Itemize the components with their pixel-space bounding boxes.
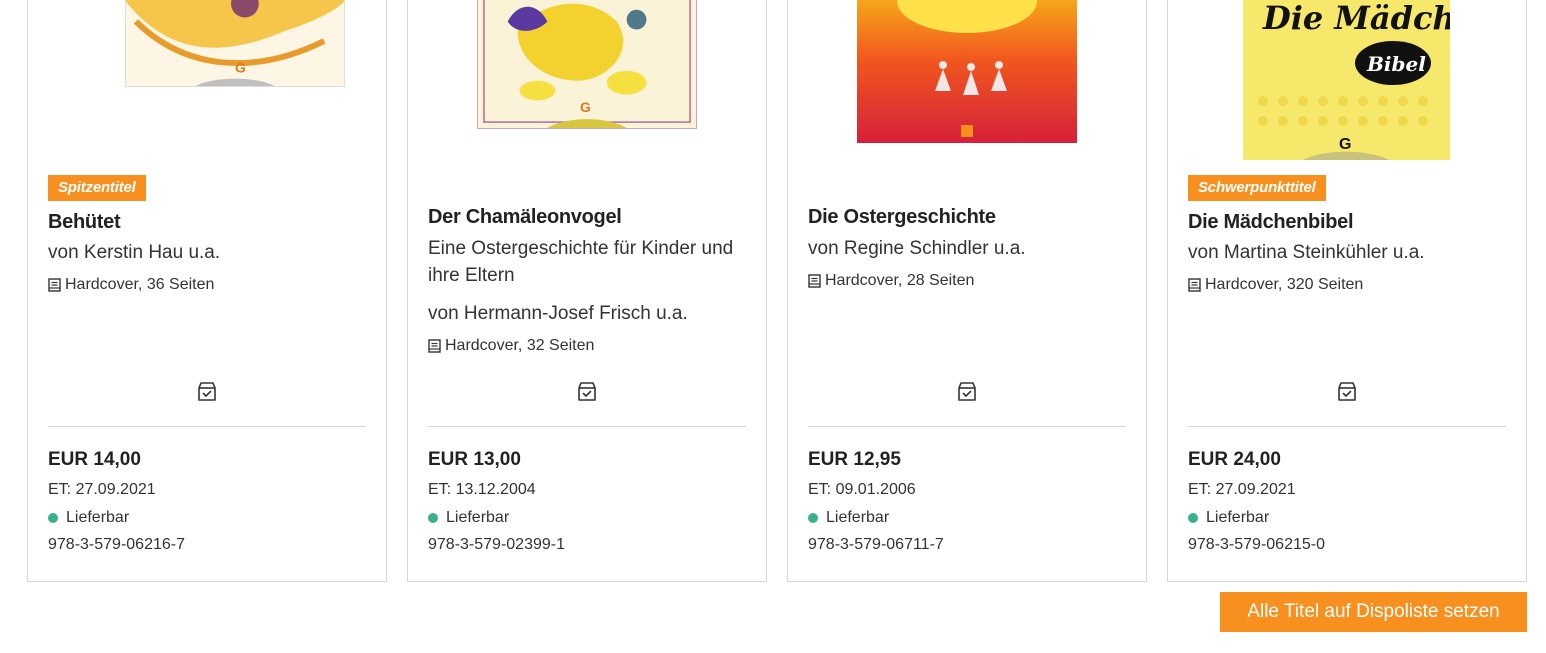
product-format: Hardcover, 36 Seiten: [48, 276, 214, 294]
product-author: von Martina Steinkühler u.a.: [1188, 242, 1425, 263]
release-date: ET: 13.12.2004: [428, 481, 536, 498]
book-icon: [808, 274, 821, 288]
product-card: Die Ostergeschichte von Regine Schindler…: [787, 0, 1147, 582]
book-icon: [48, 278, 61, 292]
availability-label: Lieferbar: [1206, 509, 1270, 526]
divider: [48, 426, 366, 427]
product-title[interactable]: Die Ostergeschichte: [808, 206, 1126, 229]
product-price: EUR 13,00: [428, 449, 521, 470]
product-format-label: Hardcover, 320 Seiten: [1205, 276, 1364, 293]
divider: [428, 426, 746, 427]
availability-label: Lieferbar: [826, 509, 890, 526]
book-cover-image[interactable]: G: [477, 0, 697, 129]
add-all-to-dispolist-button[interactable]: Alle Titel auf Dispoliste setzen: [1220, 592, 1527, 632]
availability-status: Lieferbar: [48, 509, 129, 527]
availability-status: Lieferbar: [1188, 509, 1269, 527]
product-title[interactable]: Die Mädchenbibel: [1188, 211, 1506, 234]
product-price: EUR 12,95: [808, 449, 901, 470]
product-card: G Spitzentitel Behütet von Kerstin Hau u…: [27, 0, 387, 582]
product-title[interactable]: Behütet: [48, 211, 366, 234]
product-isbn: 978-3-579-06215-0: [1188, 536, 1325, 553]
svg-text:Bibel: Bibel: [1366, 52, 1426, 76]
book-icon: [428, 339, 441, 353]
product-isbn: 978-3-579-06711-7: [808, 536, 944, 553]
availability-label: Lieferbar: [446, 509, 510, 526]
dispo-box-check-icon[interactable]: [955, 380, 979, 404]
product-format-label: Hardcover, 32 Seiten: [445, 337, 595, 354]
svg-text:G: G: [1339, 136, 1351, 153]
product-format-label: Hardcover, 28 Seiten: [825, 272, 975, 289]
availability-dot-icon: [48, 513, 58, 523]
product-format: Hardcover, 28 Seiten: [808, 272, 974, 290]
dispo-box-check-icon[interactable]: [575, 380, 599, 404]
product-format: Hardcover, 320 Seiten: [1188, 276, 1363, 294]
dispo-box-check-icon[interactable]: [1335, 380, 1359, 404]
divider: [808, 426, 1126, 427]
product-isbn: 978-3-579-06216-7: [48, 536, 185, 553]
product-author: von Kerstin Hau u.a.: [48, 242, 221, 263]
release-date: ET: 27.09.2021: [48, 481, 156, 498]
availability-label: Lieferbar: [66, 509, 130, 526]
book-cover-image[interactable]: Die Mädchen Bibel G: [1243, 0, 1450, 160]
product-card: G Der Chamäleonvogel Eine Ostergeschicht…: [407, 0, 767, 582]
product-title[interactable]: Der Chamäleonvogel: [428, 206, 746, 229]
availability-status: Lieferbar: [428, 509, 509, 527]
product-format-label: Hardcover, 36 Seiten: [65, 276, 215, 293]
product-card: Die Mädchen Bibel G Schwerpunkttitel Die…: [1167, 0, 1527, 582]
product-isbn: 978-3-579-02399-1: [428, 536, 565, 553]
book-icon: [1188, 278, 1201, 292]
release-date: ET: 09.01.2006: [808, 481, 916, 498]
book-cover-image[interactable]: G: [125, 0, 345, 87]
divider: [1188, 426, 1506, 427]
product-author: von Regine Schindler u.a.: [808, 238, 1026, 259]
dispo-box-check-icon[interactable]: [195, 380, 219, 404]
svg-text:G: G: [580, 99, 591, 115]
availability-status: Lieferbar: [808, 509, 889, 527]
product-author: von Hermann-Josef Frisch u.a.: [428, 303, 688, 324]
cover-title-art: Die Mädchen: [1262, 0, 1450, 37]
product-price: EUR 24,00: [1188, 449, 1281, 470]
product-price: EUR 14,00: [48, 449, 141, 470]
availability-dot-icon: [1188, 513, 1198, 523]
release-date: ET: 27.09.2021: [1188, 481, 1296, 498]
svg-text:G: G: [235, 60, 246, 75]
product-subtitle: Eine Ostergeschichte für Kinder und ihre…: [428, 238, 734, 286]
product-badge: Spitzentitel: [48, 175, 146, 201]
book-cover-image[interactable]: [857, 0, 1077, 143]
availability-dot-icon: [808, 513, 818, 523]
product-badge: Schwerpunkttitel: [1188, 175, 1326, 201]
availability-dot-icon: [428, 513, 438, 523]
product-format: Hardcover, 32 Seiten: [428, 337, 594, 355]
